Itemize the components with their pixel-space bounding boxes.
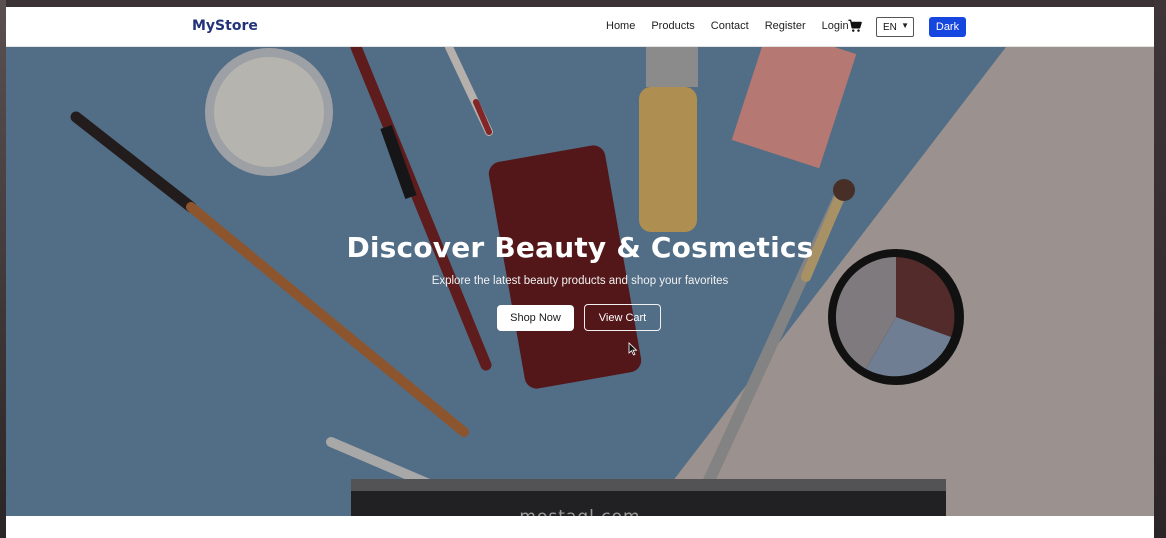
nav-link-contact[interactable]: Contact [711,20,749,32]
dark-mode-button[interactable]: Dark [929,17,966,37]
nav-link-register[interactable]: Register [765,20,806,32]
brand-logo[interactable]: MyStore [192,18,258,34]
hero-title: Discover Beauty & Cosmetics [346,231,814,264]
hero-subtitle: Explore the latest beauty products and s… [431,275,729,287]
language-select-value: EN [883,21,897,33]
nav-link-login[interactable]: Login [822,20,849,32]
mouse-cursor-icon [628,342,638,356]
page-viewport: MyStore Home Products Contact Register L… [6,7,1154,538]
hero-section: Discover Beauty & Cosmetics Explore the … [6,47,1154,516]
nav-link-home[interactable]: Home [606,20,635,32]
nav-link-products[interactable]: Products [651,20,694,32]
view-cart-button[interactable]: View Cart [584,304,661,331]
language-select[interactable]: EN ▼ [876,17,914,37]
chevron-down-icon: ▼ [901,21,909,30]
shopping-cart-icon[interactable] [848,19,862,33]
watermark: mostaql.com [6,507,1154,516]
browser-frame: MyStore Home Products Contact Register L… [0,0,1166,538]
window-edge-right [1154,0,1166,538]
navbar: MyStore Home Products Contact Register L… [6,7,1154,47]
nav-links: Home Products Contact Register Login [606,20,865,32]
shop-now-button[interactable]: Shop Now [497,305,574,331]
content-area [6,516,1154,538]
